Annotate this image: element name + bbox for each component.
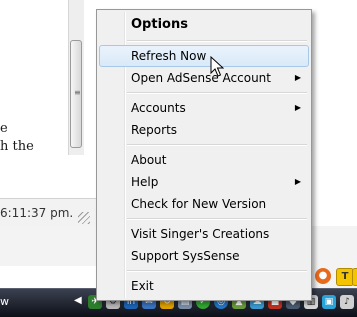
vertical-scrollbar[interactable]: ≡ bbox=[68, 0, 84, 155]
menu-separator bbox=[127, 40, 307, 42]
menu-item-label: Refresh Now bbox=[131, 49, 207, 63]
menu-separator bbox=[127, 144, 307, 146]
toolbar-app2-icon[interactable] bbox=[352, 268, 357, 286]
menu-item-label: Accounts bbox=[131, 101, 186, 115]
submenu-arrow-icon: ▶ bbox=[294, 73, 301, 82]
menu-item-support-syssense[interactable]: Support SysSense bbox=[99, 245, 309, 267]
menu-item-label: Exit bbox=[131, 279, 154, 293]
resize-grip-icon[interactable] bbox=[78, 212, 90, 224]
document-area: e h the bbox=[0, 0, 70, 198]
document-text-line: h the bbox=[0, 139, 34, 154]
document-text-line: e bbox=[0, 121, 8, 136]
menu-separator bbox=[127, 92, 307, 94]
menu-item-label: Support SysSense bbox=[131, 249, 240, 263]
menu-separator bbox=[127, 218, 307, 220]
menu-separator bbox=[127, 270, 307, 272]
menu-item-about[interactable]: About bbox=[99, 149, 309, 171]
menu-item-reports[interactable]: Reports bbox=[99, 119, 309, 141]
submenu-arrow-icon: ▶ bbox=[294, 103, 301, 112]
menu-item-check-for-new-version[interactable]: Check for New Version bbox=[99, 193, 309, 215]
options-context-menu: Options Refresh Now Open AdSense Account… bbox=[96, 9, 312, 301]
taskbar-button-label[interactable]: w bbox=[0, 295, 9, 308]
app-tray-icon[interactable]: ▣ bbox=[322, 295, 336, 309]
status-time: 6:11:37 pm. bbox=[0, 206, 74, 220]
show-hidden-icons-icon[interactable]: ◀ bbox=[74, 295, 82, 306]
menu-item-label: About bbox=[131, 153, 167, 167]
menu-item-open-adsense-account[interactable]: Open AdSense Account ▶ bbox=[99, 67, 309, 89]
menu-item-help[interactable]: Help ▶ bbox=[99, 171, 309, 193]
menu-item-label: Open AdSense Account bbox=[131, 71, 271, 85]
firefox-icon[interactable]: ● bbox=[315, 268, 331, 284]
scrollbar-thumb[interactable]: ≡ bbox=[70, 40, 82, 148]
grip-icon: ≡ bbox=[74, 88, 81, 97]
menu-title-label: Options bbox=[131, 17, 188, 32]
menu-item-refresh-now[interactable]: Refresh Now bbox=[99, 45, 309, 67]
menu-item-label: Reports bbox=[131, 123, 178, 137]
menu-item-label: Visit Singer's Creations bbox=[131, 227, 270, 241]
menu-item-accounts[interactable]: Accounts ▶ bbox=[99, 97, 309, 119]
menu-item-label: Check for New Version bbox=[131, 197, 267, 211]
volume-icon[interactable]: ♪ bbox=[340, 295, 354, 309]
mouse-cursor-icon bbox=[210, 56, 224, 77]
submenu-arrow-icon: ▶ bbox=[294, 177, 301, 186]
menu-item-visit-singers-creations[interactable]: Visit Singer's Creations bbox=[99, 223, 309, 245]
menu-item-label: Help bbox=[131, 175, 159, 189]
menu-title: Options bbox=[99, 14, 309, 36]
menu-item-exit[interactable]: Exit bbox=[99, 275, 309, 297]
